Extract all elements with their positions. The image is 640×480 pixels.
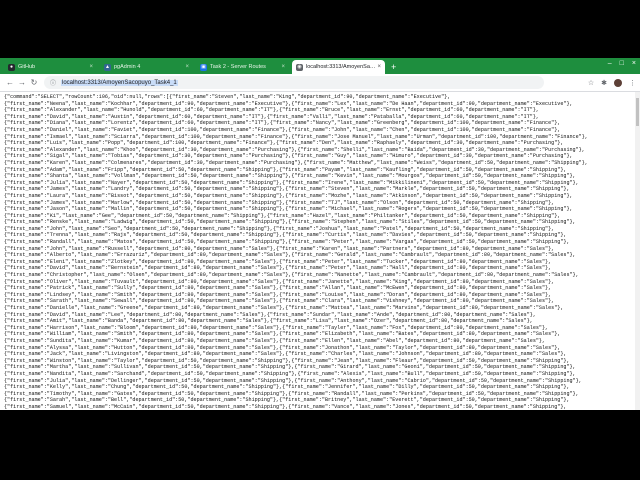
github-icon: ● — [8, 63, 15, 71]
json-line: {"first_name":"Karen","last_name":"Colme… — [4, 159, 588, 166]
json-line: {"first_name":"Eleni","last_name":"Zlotk… — [4, 258, 552, 265]
tab-task2[interactable]: ▣ Task 2 - Server Routes × — [196, 60, 289, 74]
json-line: {"first_name":"Daniel","last_name":"Favi… — [4, 126, 561, 133]
json-line: {"first_name":"Ismael","last_name":"Scia… — [4, 133, 588, 140]
json-line: {"first_name":"James","last_name":"Marlo… — [4, 199, 555, 206]
json-line: {"first_name":"Julia","last_name":"Delli… — [4, 377, 582, 384]
json-line: {"first_name":"David","last_name":"Berns… — [4, 265, 552, 272]
close-icon[interactable]: × — [89, 64, 93, 70]
task-icon: ▣ — [200, 63, 207, 71]
browser-toolbar: ← → ↻ ⓘ localhost:3313/AmoyenSacopuyo_Ta… — [0, 74, 640, 92]
tab-strip: ● GitHub × ▲ pgAdmin 4 × ▣ Task 2 - Serv… — [0, 58, 640, 74]
json-line: {"first_name":"David","last_name":"Lee",… — [4, 311, 536, 318]
json-line: {"first_name":"Oliver","last_name":"Tuva… — [4, 278, 555, 285]
json-line: {"first_name":"Sarah","last_name":"Bell"… — [4, 397, 570, 404]
globe-icon: ◉ — [296, 63, 303, 71]
menu-icon[interactable]: ⋮ — [629, 79, 636, 87]
tab-label: GitHub — [18, 64, 36, 70]
json-line: {"first_name":"Lindsey","last_name":"Smi… — [4, 291, 552, 298]
window-controls: – □ × — [608, 60, 636, 67]
json-line: {"first_name":"Harrison","last_name":"Bl… — [4, 324, 549, 331]
json-line: {"first_name":"James","last_name":"Landr… — [4, 186, 570, 193]
tab-localhost[interactable]: ◉ localhost:3313/AmoyenSacopuyo × — [292, 60, 385, 74]
json-line: {"first_name":"Julia","last_name":"Nayer… — [4, 179, 579, 186]
json-line: {"first_name":"Sigal","last_name":"Tobia… — [4, 153, 573, 160]
json-line: {"first_name":"William","last_name":"Smi… — [4, 331, 561, 338]
back-icon[interactable]: ← — [4, 78, 16, 87]
json-line: {"first_name":"Jason","last_name":"Malli… — [4, 206, 573, 213]
info-icon[interactable]: ⓘ — [50, 78, 56, 87]
json-line: {"first_name":"Samuel","last_name":"McCa… — [4, 403, 567, 410]
tab-label: Task 2 - Server Routes — [210, 64, 266, 70]
extensions-icon[interactable]: ✱ — [601, 79, 607, 87]
json-line: {"first_name":"Renske","last_name":"Ladw… — [4, 219, 576, 226]
json-line: {"first_name":"Randall","last_name":"Mat… — [4, 239, 570, 246]
json-line: {"first_name":"Christopher","last_name":… — [4, 272, 579, 279]
tab-pgadmin[interactable]: ▲ pgAdmin 4 × — [100, 60, 193, 74]
close-icon[interactable]: × — [185, 64, 189, 70]
json-line: {"first_name":"David","last_name":"Austi… — [4, 113, 539, 120]
scrollbar-thumb[interactable] — [636, 98, 639, 126]
json-line: {"first_name":"Kelly","last_name":"Chung… — [4, 384, 570, 391]
close-icon[interactable]: × — [281, 64, 285, 70]
json-line: {"command":"SELECT","rowCount":106,"oid"… — [4, 94, 451, 100]
json-line: {"first_name":"Amit","last_name":"Banda"… — [4, 318, 533, 325]
json-line: {"first_name":"Timothy","last_name":"Gat… — [4, 390, 579, 397]
browser-window: ● GitHub × ▲ pgAdmin 4 × ▣ Task 2 - Serv… — [0, 58, 640, 410]
reload-icon[interactable]: ↻ — [28, 78, 40, 87]
json-line: {"first_name":"Ki","last_name":"Gee","de… — [4, 212, 561, 219]
json-line: {"first_name":"Neena","last_name":"Kochh… — [4, 100, 573, 107]
close-icon[interactable]: × — [377, 64, 381, 70]
avatar[interactable] — [614, 78, 622, 87]
close-window-button[interactable]: × — [632, 60, 636, 67]
json-line: {"first_name":"Danielle","last_name":"Gr… — [4, 305, 564, 311]
json-line: {"first_name":"Winston","last_name":"Tay… — [4, 357, 570, 364]
json-line: {"first_name":"Sarath","last_name":"Sewa… — [4, 298, 555, 305]
json-response-body: {"command":"SELECT","rowCount":106,"oid"… — [0, 92, 635, 410]
json-line: {"first_name":"Sundita","last_name":"Kum… — [4, 337, 546, 344]
tab-label: localhost:3313/AmoyenSacopuyo — [306, 64, 376, 70]
new-tab-button[interactable]: + — [391, 60, 396, 74]
json-line: {"first_name":"Alberto","last_name":"Err… — [4, 252, 576, 259]
forward-icon[interactable]: → — [16, 78, 28, 87]
json-line: {"first_name":"Alyssa","last_name":"Hutt… — [4, 344, 561, 351]
json-line: {"first_name":"Laura","last_name":"Bisso… — [4, 192, 573, 199]
json-line: {"first_name":"Patrick","last_name":"Sul… — [4, 285, 552, 292]
json-line: {"first_name":"Martha","last_name":"Sull… — [4, 364, 576, 371]
maximize-button[interactable]: □ — [620, 60, 624, 67]
toolbar-actions: ☆ ✱ ⋮ — [588, 78, 636, 87]
json-line: {"first_name":"Alexander","last_name":"K… — [4, 146, 585, 153]
tab-label: pgAdmin 4 — [114, 64, 141, 70]
json-line: {"first_name":"Alexander","last_name":"H… — [4, 107, 539, 114]
json-line: {"first_name":"John","last_name":"Seo","… — [4, 225, 555, 232]
tab-github[interactable]: ● GitHub × — [4, 60, 97, 74]
star-icon[interactable]: ☆ — [588, 79, 594, 87]
url-text[interactable]: localhost:3313/AmoyenSacopuyo_Task4_1 — [61, 79, 178, 86]
pgadmin-icon: ▲ — [104, 63, 111, 71]
json-line: {"first_name":"Trenna","last_name":"Rajs… — [4, 232, 567, 239]
address-bar[interactable]: ⓘ localhost:3313/AmoyenSacopuyo_Task4_1 — [44, 76, 544, 89]
minimize-button[interactable]: – — [608, 60, 612, 67]
vertical-scrollbar[interactable] — [635, 92, 640, 410]
json-line: {"first_name":"Adam","last_name":"Fripp"… — [4, 166, 567, 173]
json-line: {"first_name":"Nandita","last_name":"Sar… — [4, 370, 576, 377]
json-line: {"first_name":"Luis","last_name":"Popp",… — [4, 140, 564, 147]
json-line: {"first_name":"Shanta","last_name":"Voll… — [4, 173, 576, 180]
json-line: {"first_name":"Diana","last_name":"Loren… — [4, 120, 561, 127]
json-line: {"first_name":"John","last_name":"Russel… — [4, 245, 555, 252]
json-line: {"first_name":"Jack","last_name":"Living… — [4, 351, 567, 358]
